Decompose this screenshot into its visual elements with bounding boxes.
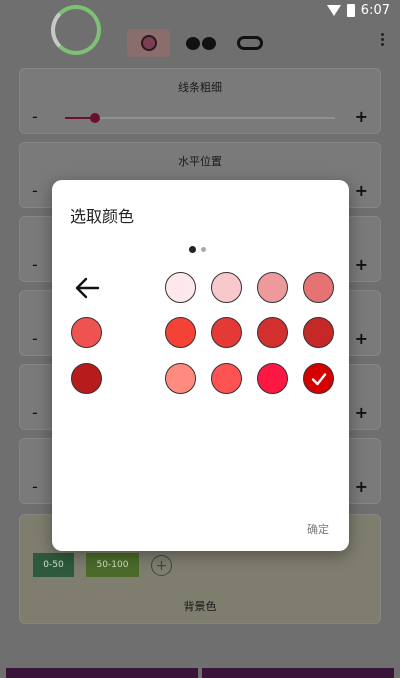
- dialog-title: 选取颜色: [70, 207, 135, 226]
- color-swatch[interactable]: [257, 317, 288, 348]
- card5-minus-button[interactable]: -: [32, 403, 38, 422]
- card6-plus-button[interactable]: +: [355, 477, 368, 496]
- color-picker-dialog: 选取颜色 确定: [52, 180, 349, 551]
- background-color-label: 背景色: [183, 600, 217, 613]
- checkmark-icon: [311, 372, 326, 385]
- card3-minus-button[interactable]: -: [32, 255, 38, 274]
- color-swatch[interactable]: [211, 363, 242, 394]
- pill-shape-button[interactable]: [234, 29, 266, 57]
- page-dot-active[interactable]: [189, 246, 196, 253]
- color-swatch[interactable]: [71, 363, 102, 394]
- bottom-button-left[interactable]: [6, 668, 198, 678]
- color-swatch[interactable]: [303, 272, 334, 303]
- range-0-50-button[interactable]: 0-50: [33, 553, 74, 577]
- color-swatch[interactable]: [303, 363, 334, 394]
- line-width-card: 线条粗细 - +: [19, 68, 381, 134]
- card4-minus-button[interactable]: -: [32, 329, 38, 348]
- progress-ring-preview[interactable]: [51, 5, 101, 55]
- line-width-slider-thumb[interactable]: [89, 113, 100, 123]
- pill-shape-icon: [237, 36, 263, 50]
- page-indicator: [189, 246, 206, 253]
- color-swatch[interactable]: [211, 317, 242, 348]
- dual-circle-icon-right: [202, 36, 216, 50]
- card6-minus-button[interactable]: -: [32, 477, 38, 496]
- line-width-plus-button[interactable]: +: [355, 107, 368, 126]
- horizontal-position-title: 水平位置: [178, 155, 222, 168]
- circle-shape-button[interactable]: [127, 29, 170, 57]
- dual-circle-shape-button[interactable]: [183, 29, 219, 57]
- overflow-menu-icon[interactable]: [381, 33, 384, 46]
- color-swatch[interactable]: [165, 272, 196, 303]
- bottom-button-right[interactable]: [202, 668, 394, 678]
- page-dot-inactive[interactable]: [201, 247, 206, 252]
- card3-plus-button[interactable]: +: [355, 255, 368, 274]
- back-arrow-icon[interactable]: [74, 276, 100, 300]
- dual-circle-icon: [186, 36, 200, 50]
- color-swatch[interactable]: [303, 317, 334, 348]
- card5-plus-button[interactable]: +: [355, 403, 368, 422]
- line-width-title: 线条粗细: [178, 81, 222, 94]
- circle-shape-icon: [140, 35, 157, 51]
- horizontal-minus-button[interactable]: -: [32, 181, 38, 200]
- add-circle-icon[interactable]: +: [151, 555, 172, 576]
- color-swatch[interactable]: [257, 272, 288, 303]
- color-swatch[interactable]: [257, 363, 288, 394]
- color-swatch[interactable]: [71, 317, 102, 348]
- color-swatch[interactable]: [211, 272, 242, 303]
- line-width-minus-button[interactable]: -: [32, 107, 38, 126]
- top-toolbar: [0, 0, 400, 62]
- range-50-100-button[interactable]: 50-100: [86, 553, 139, 577]
- color-swatch[interactable]: [165, 363, 196, 394]
- color-swatch[interactable]: [165, 317, 196, 348]
- card4-plus-button[interactable]: +: [355, 329, 368, 348]
- line-width-slider[interactable]: [65, 113, 335, 123]
- confirm-button[interactable]: 确定: [307, 521, 329, 537]
- horizontal-plus-button[interactable]: +: [355, 181, 368, 200]
